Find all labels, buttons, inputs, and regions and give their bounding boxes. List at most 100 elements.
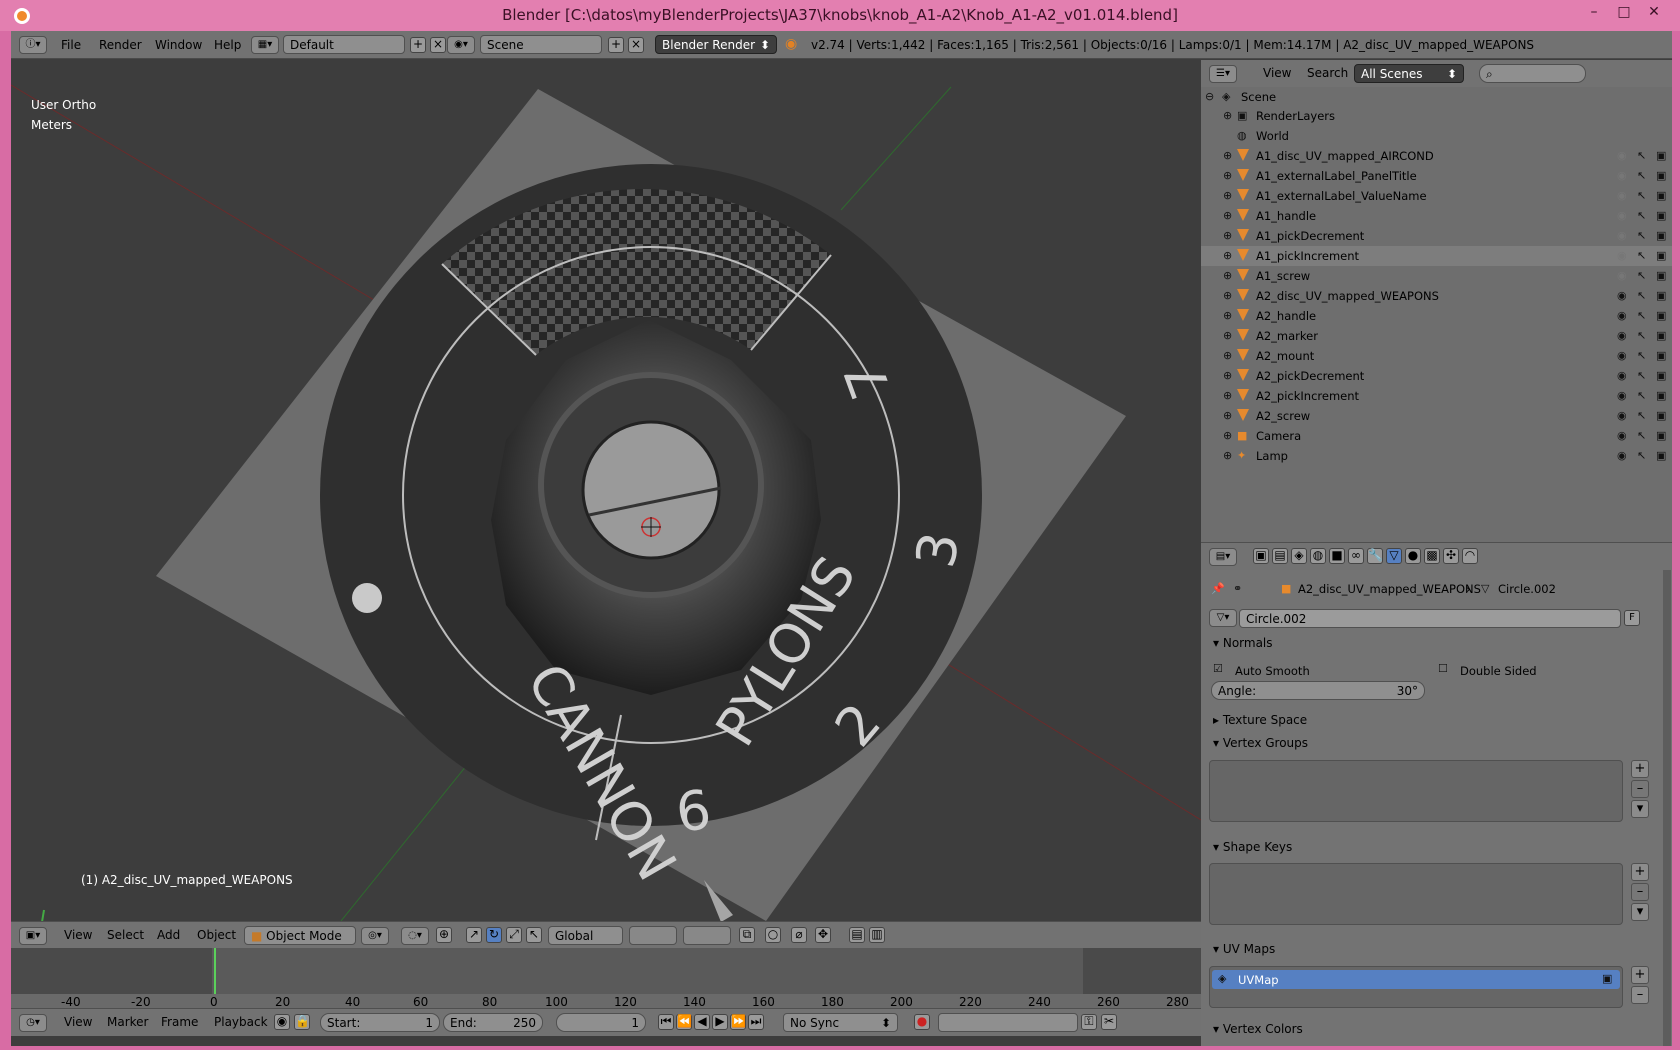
scene-name-field[interactable]: Scene	[480, 35, 602, 54]
keying-set-icon[interactable]: ◉	[274, 1014, 290, 1030]
outliner-row-object[interactable]: ⊕ A2_marker ◉ ↖ ▣	[1201, 326, 1672, 346]
renderable-camera-icon[interactable]: ▣	[1656, 189, 1666, 202]
material-tab-icon[interactable]: ●	[1405, 548, 1421, 564]
layer-buttons[interactable]	[683, 926, 731, 945]
expand-icon[interactable]: ⊕	[1223, 149, 1232, 162]
panel-shape-keys-title[interactable]: ▾ Shape Keys	[1213, 840, 1292, 854]
renderable-camera-icon[interactable]: ▣	[1656, 169, 1666, 182]
mesh-browse-icon[interactable]: ▽▾	[1209, 609, 1237, 627]
jump-next-key-icon[interactable]: ⏩	[730, 1014, 746, 1030]
timeline-editor[interactable]: -40 -20 0 20 40 60 80 100 120 140 160 18…	[11, 948, 1201, 1009]
visibility-eye-icon[interactable]: ◉	[1617, 309, 1627, 322]
panel-vertex-colors-title[interactable]: ▾ Vertex Colors	[1213, 1022, 1303, 1036]
add-shape-key-button[interactable]: +	[1631, 863, 1649, 881]
visibility-eye-icon[interactable]: ◉	[1617, 209, 1627, 222]
selectable-arrow-icon[interactable]: ↖	[1637, 289, 1646, 302]
scale-icon[interactable]: ⤢	[506, 927, 522, 943]
visibility-eye-icon[interactable]: ◉	[1617, 189, 1627, 202]
outliner-row-object[interactable]: ⊕ A2_disc_UV_mapped_WEAPONS ◉ ↖ ▣	[1201, 286, 1672, 306]
close-button[interactable]: ✕	[1640, 4, 1668, 24]
particles-tab-icon[interactable]: ✣	[1443, 548, 1459, 564]
editor-type-properties-icon[interactable]: ▤▾	[1209, 548, 1237, 566]
data-tab-icon[interactable]: ▽	[1386, 548, 1402, 564]
selectable-arrow-icon[interactable]: ↖	[1637, 329, 1646, 342]
proportional-edit-icon[interactable]: ○	[765, 927, 781, 943]
outliner-row-object[interactable]: ⊕ A1_disc_UV_mapped_AIRCOND ◉ ↖ ▣	[1201, 146, 1672, 166]
mode-select[interactable]: ■ Object Mode	[244, 926, 356, 945]
selectable-arrow-icon[interactable]: ↖	[1637, 189, 1646, 202]
fake-user-button[interactable]: F	[1624, 610, 1640, 626]
panel-texture-space-title[interactable]: ▸ Texture Space	[1213, 713, 1307, 727]
maximize-button[interactable]: □	[1610, 4, 1638, 24]
3d-viewport[interactable]: CANNON PYLONS 2 3 7 6 User Ortho Meters …	[11, 60, 1201, 921]
outliner-row-object[interactable]: ⊕ A1_handle ◉ ↖ ▣	[1201, 206, 1672, 226]
menu-object[interactable]: Object	[197, 928, 236, 942]
texture-tab-icon[interactable]: ▩	[1424, 548, 1440, 564]
visibility-eye-icon[interactable]: ◉	[1617, 329, 1627, 342]
visibility-eye-icon[interactable]: ◉	[1617, 149, 1627, 162]
vertex-group-menu-button[interactable]: ▾	[1631, 800, 1649, 818]
expand-icon[interactable]: ⊕	[1223, 429, 1232, 442]
selectable-arrow-icon[interactable]: ↖	[1637, 449, 1646, 462]
visibility-eye-icon[interactable]: ◉	[1617, 249, 1627, 262]
outliner-menu-view[interactable]: View	[1263, 66, 1291, 80]
expand-icon[interactable]: ⊕	[1223, 329, 1232, 342]
menu-render[interactable]: Render	[99, 38, 142, 52]
menu-view[interactable]: View	[64, 928, 92, 942]
scale-icon[interactable]: ↖	[526, 927, 542, 943]
renderable-camera-icon[interactable]: ▣	[1656, 429, 1666, 442]
expand-icon[interactable]: ⊕	[1223, 169, 1232, 182]
selectable-arrow-icon[interactable]: ↖	[1637, 309, 1646, 322]
outliner-row-camera[interactable]: ⊕ ■ Camera ◉ ↖ ▣	[1201, 426, 1672, 446]
expand-icon[interactable]: ⊕	[1223, 349, 1232, 362]
expand-icon[interactable]: ⊕	[1223, 449, 1232, 462]
double-sided-checkbox[interactable]: ☐	[1438, 662, 1448, 675]
timeline-menu-frame[interactable]: Frame	[161, 1015, 198, 1029]
visibility-eye-icon[interactable]: ◉	[1617, 269, 1627, 282]
renderable-camera-icon[interactable]: ▣	[1656, 309, 1666, 322]
renderable-camera-icon[interactable]: ▣	[1656, 149, 1666, 162]
visibility-eye-icon[interactable]: ◉	[1617, 369, 1627, 382]
layout-selector-icon[interactable]: ▦▾	[251, 36, 279, 54]
renderable-camera-icon[interactable]: ▣	[1656, 329, 1666, 342]
snap-target-icon[interactable]: ✥	[815, 927, 831, 943]
jump-end-icon[interactable]: ⏭	[748, 1014, 764, 1030]
renderable-camera-icon[interactable]: ▣	[1656, 229, 1666, 242]
layer-buttons[interactable]	[629, 926, 677, 945]
render-tab-icon[interactable]: ▣	[1253, 548, 1269, 564]
world-tab-icon[interactable]: ◍	[1310, 548, 1326, 564]
pivot-select-icon[interactable]: ◌▾	[401, 927, 429, 945]
visibility-eye-icon[interactable]: ◉	[1617, 289, 1627, 302]
outliner-row-object[interactable]: ⊕ A2_mount ◉ ↖ ▣	[1201, 346, 1672, 366]
shading-select-icon[interactable]: ◎▾	[361, 927, 389, 945]
current-frame-field[interactable]: 1	[556, 1013, 646, 1032]
visibility-eye-icon[interactable]: ◉	[1617, 169, 1627, 182]
outliner-row-renderlayers[interactable]: ⊕ ▣ RenderLayers	[1201, 106, 1672, 126]
renderable-camera-icon[interactable]: ▣	[1656, 269, 1666, 282]
expand-icon[interactable]: ⊕	[1223, 229, 1232, 242]
remove-vertex-group-button[interactable]: –	[1631, 780, 1649, 798]
selectable-arrow-icon[interactable]: ↖	[1637, 369, 1646, 382]
selectable-arrow-icon[interactable]: ↖	[1637, 349, 1646, 362]
add-scene-button[interactable]: +	[608, 37, 624, 53]
physics-tab-icon[interactable]: ◠	[1462, 548, 1478, 564]
outliner-row-object[interactable]: ⊕ A2_screw ◉ ↖ ▣	[1201, 406, 1672, 426]
keying-set-field[interactable]	[938, 1013, 1078, 1032]
lock-layers-icon[interactable]: ⧉	[739, 927, 755, 943]
minimize-button[interactable]: –	[1580, 4, 1608, 24]
outliner-row-object[interactable]: ⊕ A1_pickIncrement ◉ ↖ ▣	[1201, 246, 1672, 266]
selectable-arrow-icon[interactable]: ↖	[1637, 249, 1646, 262]
scene-selector-icon[interactable]: ◉▾	[447, 36, 475, 54]
outliner-row-object[interactable]: ⊕ A1_pickDecrement ◉ ↖ ▣	[1201, 226, 1672, 246]
jump-start-icon[interactable]: ⏮	[658, 1014, 674, 1030]
menu-help[interactable]: Help	[214, 38, 241, 52]
expand-icon[interactable]: ⊕	[1223, 249, 1232, 262]
expand-icon[interactable]: ⊕	[1223, 309, 1232, 322]
selectable-arrow-icon[interactable]: ↖	[1637, 429, 1646, 442]
remove-scene-button[interactable]: ×	[628, 37, 644, 53]
remove-layout-button[interactable]: ×	[430, 37, 446, 53]
remove-shape-key-button[interactable]: –	[1631, 883, 1649, 901]
properties-scrollbar[interactable]	[1663, 570, 1671, 1046]
outliner-row-object[interactable]: ⊕ A1_externalLabel_ValueName ◉ ↖ ▣	[1201, 186, 1672, 206]
delete-key-icon[interactable]: ✂	[1101, 1014, 1117, 1030]
